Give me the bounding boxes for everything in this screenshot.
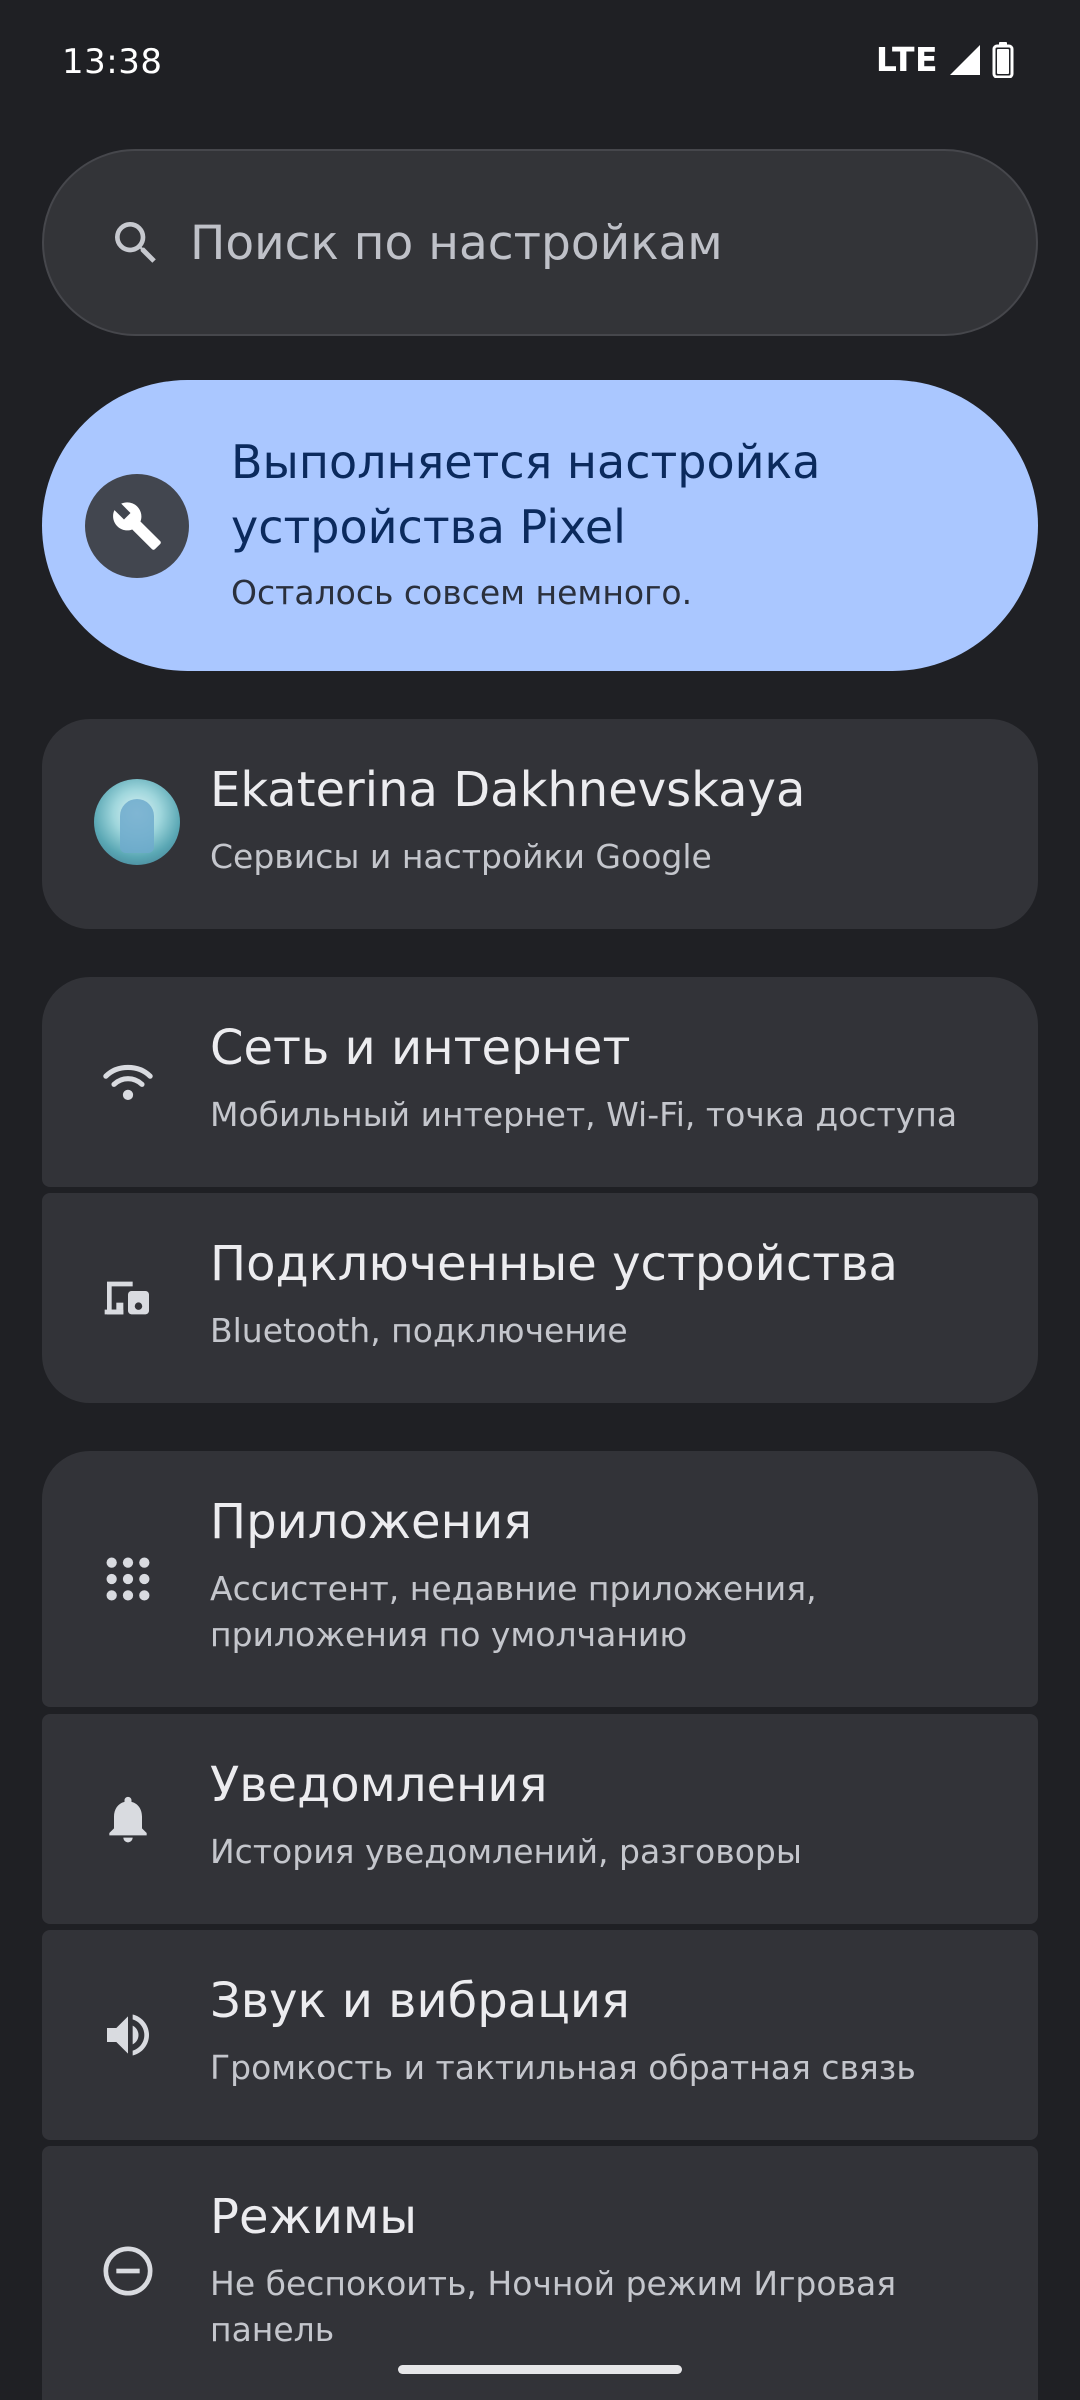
settings-item-title: Звук и вибрация [210, 1973, 630, 2029]
volume-icon [107, 2014, 149, 2056]
account-subtitle: Сервисы и настройки Google [210, 837, 712, 876]
settings-item-network[interactable]: Сеть и интернет Мобильный интернет, Wi-F… [42, 977, 1038, 1187]
search-input[interactable]: Поиск по настройкам [42, 149, 1038, 336]
settings-item-subtitle: Громкость и тактильная обратная связь [210, 2048, 916, 2087]
settings-item-title: Подключенные устройства [210, 1236, 898, 1292]
setup-banner-title: Выполняется настройка устройства Pixel [231, 435, 821, 554]
search-icon [115, 222, 156, 263]
do-not-disturb-icon [103, 2246, 153, 2296]
apps-grid-icon [106, 1557, 150, 1601]
bell-icon [109, 1796, 147, 1843]
search-placeholder: Поиск по настройкам [190, 216, 723, 271]
network-type-label: LTE [875, 40, 938, 79]
status-bar: 13:38 LTE [0, 0, 1080, 126]
settings-item-apps[interactable]: Приложения Ассистент, недавние приложени… [42, 1451, 1038, 1707]
wifi-icon [103, 1064, 153, 1100]
status-time: 13:38 [62, 42, 163, 82]
setup-banner-card[interactable]: Выполняется настройка устройства Pixel О… [42, 380, 1038, 671]
settings-item-sound[interactable]: Звук и вибрация Громкость и тактильная о… [42, 1930, 1038, 2140]
settings-item-subtitle: История уведомлений, разговоры [210, 1832, 802, 1871]
setup-banner-subtitle: Осталось совсем немного. [231, 573, 693, 612]
settings-item-subtitle: Bluetooth, подключение [210, 1311, 628, 1350]
settings-item-connected-devices[interactable]: Подключенные устройства Bluetooth, подкл… [42, 1193, 1038, 1403]
settings-item-title: Уведомления [210, 1757, 548, 1813]
settings-item-subtitle: Мобильный интернет, Wi-Fi, точка доступа [210, 1095, 958, 1134]
status-icons: LTE [876, 40, 1014, 79]
wrench-icon [113, 502, 161, 550]
settings-item-subtitle: Не беспокоить, Ночной режим Игровая пане… [210, 2264, 897, 2349]
settings-item-notifications[interactable]: Уведомления История уведомлений, разгово… [42, 1714, 1038, 1924]
setup-icon-badge [85, 474, 189, 578]
settings-item-title: Приложения [210, 1494, 533, 1550]
battery-icon [992, 41, 1014, 78]
settings-item-title: Сеть и интернет [210, 1020, 631, 1076]
account-card[interactable]: Ekaterina Dakhnevskaya Сервисы и настрой… [42, 719, 1038, 929]
settings-item-modes[interactable]: Режимы Не беспокоить, Ночной режим Игров… [42, 2146, 1038, 2400]
gesture-navigation-handle[interactable] [398, 2365, 682, 2374]
avatar [94, 779, 180, 865]
settings-item-title: Режимы [210, 2189, 418, 2245]
settings-item-subtitle: Ассистент, недавние приложения, приложен… [210, 1569, 817, 1654]
cell-signal-icon [950, 44, 980, 75]
connected-devices-icon [104, 1281, 149, 1315]
account-name: Ekaterina Dakhnevskaya [210, 762, 806, 818]
